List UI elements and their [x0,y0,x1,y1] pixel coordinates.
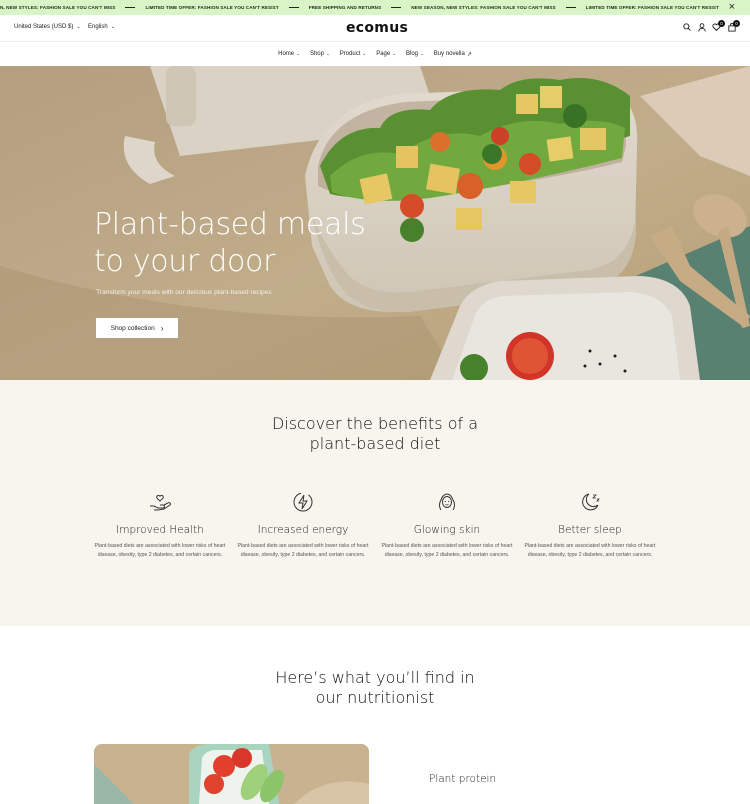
benefit-increased-energy: Increased energy Plant-based diets are a… [237,490,369,560]
chevron-down-icon: ⌄ [325,51,330,56]
benefit-title: Increased energy [257,524,349,536]
heart-hand-icon [148,490,172,514]
announcement-message: LIMITED TIME OFFER: FASHION SALE YOU CAN… [145,5,279,10]
benefits-section: Discover the benefits of a plant-based d… [0,380,750,626]
benefit-better-sleep: Better sleep Plant-based diets are assoc… [524,490,656,560]
hero-banner: Plant-based meals to your door Transform… [0,66,750,380]
benefit-title: Better sleep [558,524,622,536]
benefits-title-line: Discover the benefits of a [271,414,479,433]
nav-item-home[interactable]: Home ⌄ [278,51,300,57]
benefit-title: Improved Health [116,524,204,536]
nav-item-buy-novella[interactable]: Buy novella ↗ [434,51,472,58]
announcement-bar: N, NEW STYLES: FASHION SALE YOU CAN'T MI… [0,0,750,15]
hero-subtitle: Transform your meals with our delicious … [96,289,272,296]
energy-icon [291,490,315,514]
nav-item-label: Blog [406,51,419,57]
benefit-text: Plant-based diets are associated with lo… [524,543,656,558]
chevron-down-icon: ⌄ [420,51,424,56]
search-icon[interactable] [682,21,691,33]
nav-item-blog[interactable]: Blog ⌄ [406,51,424,57]
benefit-text: Plant-based diets are associated with lo… [237,543,369,558]
currency-selector[interactable]: United States (USD $) ⌄ [14,24,81,30]
close-icon[interactable]: × [726,1,737,13]
nutritionist-image [94,744,369,804]
chevron-down-icon: ⌄ [76,24,81,30]
external-link-icon: ↗ [466,51,472,58]
cart-count-badge: 0 [733,20,740,27]
announcement-divider [125,7,136,8]
main-nav: Home ⌄ Shop ⌄ Product ⌄ Page ⌄ Blog ⌄ Buy nov… [0,42,750,66]
nav-item-shop[interactable]: Shop ⌄ [310,51,330,57]
heart-icon[interactable]: 0 [712,20,725,33]
hero-title: Plant-based meals to your door [94,206,394,280]
site-logo[interactable]: ecomus [346,20,408,36]
nav-item-label: Shop [309,51,324,57]
announcement-divider [288,7,299,8]
chevron-down-icon: ⌄ [296,51,300,56]
nav-item-label: Home [278,51,295,57]
currency-label: United States (USD $) [14,24,74,30]
site-header: United States (USD $) ⌄ English ⌄ ecomus… [0,15,750,42]
chevron-down-icon: ⌄ [392,51,396,56]
nav-item-page[interactable]: Page ⌄ [376,51,396,57]
announcement-message: LIMITED TIME OFFER: FASHION SALE YOU CAN… [585,5,719,10]
wishlist-count-badge: 0 [718,20,725,27]
announcement-message: N, NEW STYLES: FASHION SALE YOU CAN'T MI… [0,5,116,10]
announcement-divider [391,7,402,8]
shop-collection-button[interactable]: Shop collection › [96,318,178,338]
announcement-message: FREE SHIPPING AND RETURNS [308,5,382,10]
moon-icon [578,490,602,514]
language-label: English [88,24,108,30]
nav-item-label: Product [339,51,361,57]
chevron-down-icon: ⌄ [362,51,367,56]
nutritionist-item-title: Plant protein [429,773,497,785]
benefit-text: Plant-based diets are associated with lo… [381,543,513,558]
announcement-track: N, NEW STYLES: FASHION SALE YOU CAN'T MI… [0,0,719,15]
shop-collection-label: Shop collection [110,324,155,332]
benefits-title-line: plant-based diet [309,434,441,453]
nutritionist-photo [94,744,369,804]
language-selector[interactable]: English ⌄ [88,24,115,30]
cart-icon[interactable]: 0 [727,20,740,33]
nutritionist-section: Here’s what you’ll find in our nutrition… [0,626,750,804]
nav-item-label: Page [376,51,391,57]
benefit-title: Glowing skin [413,524,481,536]
hero-title-line: Plant-based meals [94,207,366,242]
header-icons: 0 0 [682,20,740,33]
nav-item-product[interactable]: Product ⌄ [340,51,366,57]
benefit-text: Plant-based diets are associated with lo… [94,543,226,558]
nav-item-label: Buy novella [433,51,465,57]
benefit-improved-health: Improved Health Plant-based diets are as… [94,490,226,560]
announcement-message: NEW SEASON, NEW STYLES: FASHION SALE YOU… [411,5,556,10]
nutritionist-title-line: Here’s what you’ll find in [275,668,475,687]
hero-title-line: to your door [94,244,276,279]
nutritionist-title: Here’s what you’ll find in our nutrition… [0,668,750,708]
announcement-divider [565,7,576,8]
user-icon[interactable] [697,21,706,33]
benefit-glowing-skin: Glowing skin Plant-based diets are assoc… [381,490,513,560]
chevron-right-icon: › [160,323,164,333]
benefits-title: Discover the benefits of a plant-based d… [0,414,750,454]
nutritionist-title-line: our nutritionist [315,688,435,707]
chevron-down-icon: ⌄ [110,24,115,30]
face-icon [435,490,459,514]
